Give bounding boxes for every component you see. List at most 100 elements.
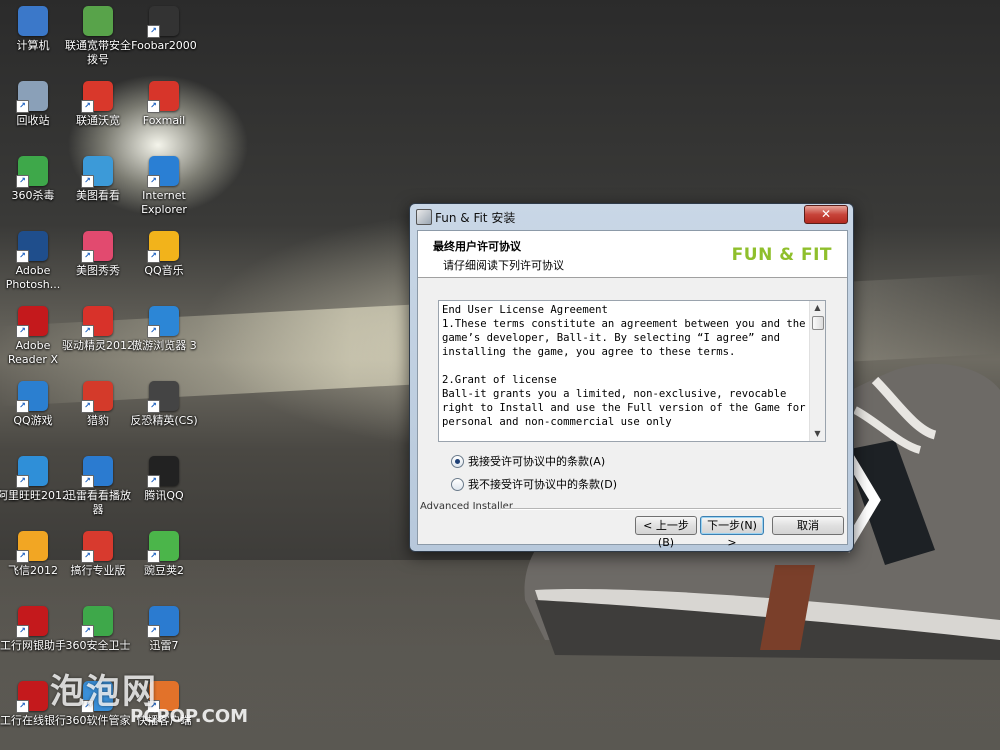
close-button[interactable]: ✕	[804, 205, 848, 224]
accept-radio-button[interactable]	[451, 454, 464, 468]
desktop-icon-driver-genius[interactable]: ↗ 驱动精灵2012	[61, 306, 135, 353]
xunlei-player-icon[interactable]: ↗	[81, 456, 113, 488]
desktop-icon-meitu-viewer[interactable]: ↗ 美图看看	[61, 156, 135, 203]
desktop-icon-label: 傲游浏览器 3	[131, 339, 197, 352]
next-button[interactable]: 下一步(N) >	[700, 516, 764, 549]
desktop-icon-label: Internet Explorer	[141, 189, 187, 216]
fun-and-fit-logo: FUN & FIT	[731, 245, 832, 265]
desktop-icon-label: 美图看看	[76, 189, 120, 202]
desktop-icon-label: Foxmail	[142, 114, 186, 127]
header-subtitle: 请仔细阅读下列许可协议	[443, 259, 564, 272]
dialog-client-area: 最终用户许可协议 请仔细阅读下列许可协议 FUN & FIT End User …	[417, 230, 848, 549]
desktop-icon-pro-app[interactable]: ↗ 搞行专业版	[61, 531, 135, 578]
liebao-icon[interactable]: ↗	[81, 381, 113, 413]
unicom-icon[interactable]: ↗	[81, 81, 113, 113]
desktop-icon-qq-game[interactable]: ↗ QQ游戏	[0, 381, 70, 428]
qq-music-icon[interactable]: ↗	[147, 231, 179, 263]
shortcut-arrow-icon: ↗	[147, 25, 160, 38]
maxthon-icon[interactable]: ↗	[147, 306, 179, 338]
desktop-icon-foobar[interactable]: ↗ Foobar2000	[127, 6, 201, 53]
shortcut-arrow-icon: ↗	[81, 175, 94, 188]
shortcut-arrow-icon: ↗	[16, 400, 29, 413]
meitu-xiuxiu-icon[interactable]: ↗	[81, 231, 113, 263]
photoshop-icon[interactable]: ↗	[16, 231, 48, 263]
accept-radio-label[interactable]: 我接受许可协议中的条款(A)	[468, 453, 605, 469]
dialog-titlebar[interactable]: Fun & Fit 安装 ✕	[410, 204, 853, 228]
desktop-icon-label: Adobe Photosh...	[5, 264, 61, 291]
shortcut-arrow-icon: ↗	[16, 325, 29, 338]
license-textbox[interactable]: End User License Agreement 1.These terms…	[438, 300, 826, 442]
computer-icon[interactable]	[18, 6, 48, 36]
shortcut-arrow-icon: ↗	[16, 100, 29, 113]
recycle-bin-icon[interactable]: ↗	[16, 81, 48, 113]
360-antivirus-icon[interactable]: ↗	[16, 156, 48, 188]
desktop-icon-xunlei[interactable]: ↗ 迅雷7	[127, 606, 201, 653]
360-safe-icon[interactable]: ↗	[81, 606, 113, 638]
desktop-icon-360-safe[interactable]: ↗ 360安全卫士	[61, 606, 135, 653]
decline-radio-button[interactable]	[451, 477, 464, 491]
desktop-icon-label: 美图秀秀	[76, 264, 120, 277]
desktop-icon-label: 阿里旺旺2012	[0, 489, 69, 502]
decline-radio-option[interactable]: 我不接受许可协议中的条款(D)	[451, 476, 617, 492]
desktop-icon-adobe-reader[interactable]: ↗ Adobe Reader X	[0, 306, 70, 367]
header-title: 最终用户许可协议	[433, 240, 521, 253]
scroll-down-arrow-icon[interactable]: ▼	[810, 427, 825, 441]
icbc-online-icon[interactable]: ↗	[16, 681, 48, 713]
desktop-icon-meitu-xiuxiu[interactable]: ↗ 美图秀秀	[61, 231, 135, 278]
desktop-icon-tencent-qq[interactable]: ↗ 腾讯QQ	[127, 456, 201, 503]
desktop-icon-label: 迅雷看看播放器	[65, 489, 131, 516]
desktop-icon-internet-explorer[interactable]: ↗ Internet Explorer	[127, 156, 201, 217]
xunlei-icon[interactable]: ↗	[147, 606, 179, 638]
desktop-icon-qq-music[interactable]: ↗ QQ音乐	[127, 231, 201, 278]
desktop-icon-fetion[interactable]: ↗ 飞信2012	[0, 531, 70, 578]
wandoujia-icon[interactable]: ↗	[147, 531, 179, 563]
license-text: End User License Agreement 1.These terms…	[442, 304, 806, 428]
desktop-icon-liebao[interactable]: ↗ 猎豹	[61, 381, 135, 428]
desktop-icon-computer[interactable]: 计算机	[0, 6, 70, 53]
desktop-icon-360-antivirus[interactable]: ↗ 360杀毒	[0, 156, 70, 203]
driver-genius-icon[interactable]: ↗	[81, 306, 113, 338]
decline-radio-label[interactable]: 我不接受许可协议中的条款(D)	[468, 476, 617, 492]
scroll-up-arrow-icon[interactable]: ▲	[810, 301, 825, 315]
foxmail-icon[interactable]: ↗	[147, 81, 179, 113]
icbc-assistant-icon[interactable]: ↗	[16, 606, 48, 638]
desktop-icon-label: 驱动精灵2012	[62, 339, 134, 352]
desktop-icon-unicom[interactable]: ↗ 联通沃宽	[61, 81, 135, 128]
desktop-icon-maxthon[interactable]: ↗ 傲游浏览器 3	[127, 306, 201, 353]
desktop-icon-wandoujia[interactable]: ↗ 豌豆荚2	[127, 531, 201, 578]
aliwangwang-icon[interactable]: ↗	[16, 456, 48, 488]
desktop-icon-counter-strike[interactable]: ↗ 反恐精英(CS)	[127, 381, 201, 428]
foobar-icon[interactable]: ↗	[147, 6, 179, 38]
desktop-icon-network-dialer[interactable]: 联通宽带安全拨号	[61, 6, 135, 67]
desktop-icon-aliwangwang[interactable]: ↗ 阿里旺旺2012	[0, 456, 70, 503]
accept-radio-option[interactable]: 我接受许可协议中的条款(A)	[451, 453, 605, 469]
installer-dialog: Fun & Fit 安装 ✕ 最终用户许可协议 请仔细阅读下列许可协议 FUN …	[409, 203, 854, 552]
desktop-icon-photoshop[interactable]: ↗ Adobe Photosh...	[0, 231, 70, 292]
network-dialer-icon[interactable]	[83, 6, 113, 36]
fetion-icon[interactable]: ↗	[16, 531, 48, 563]
pro-app-icon[interactable]: ↗	[81, 531, 113, 563]
shortcut-arrow-icon: ↗	[81, 100, 94, 113]
shortcut-arrow-icon: ↗	[16, 700, 29, 713]
desktop-icon-label: 计算机	[16, 39, 50, 52]
shortcut-arrow-icon: ↗	[16, 625, 29, 638]
scroll-thumb[interactable]	[812, 316, 824, 330]
shortcut-arrow-icon: ↗	[147, 400, 160, 413]
desktop-icon-label: Foobar2000	[131, 39, 197, 52]
dialog-title: Fun & Fit 安装	[435, 211, 516, 225]
desktop-icon-foxmail[interactable]: ↗ Foxmail	[127, 81, 201, 128]
desktop-icon-label: 360软件管家	[65, 714, 131, 727]
internet-explorer-icon[interactable]: ↗	[147, 156, 179, 188]
counter-strike-icon[interactable]: ↗	[147, 381, 179, 413]
adobe-reader-icon[interactable]: ↗	[16, 306, 48, 338]
cancel-button[interactable]: 取消	[772, 516, 844, 535]
qq-game-icon[interactable]: ↗	[16, 381, 48, 413]
back-button[interactable]: < 上一步(B)	[635, 516, 697, 549]
license-scrollbar[interactable]: ▲ ▼	[809, 301, 825, 441]
meitu-viewer-icon[interactable]: ↗	[81, 156, 113, 188]
desktop-icon-xunlei-player[interactable]: ↗ 迅雷看看播放器	[61, 456, 135, 517]
desktop-icon-label: 联通宽带安全拨号	[65, 39, 131, 66]
tencent-qq-icon[interactable]: ↗	[147, 456, 179, 488]
desktop-icon-icbc-assistant[interactable]: ↗ 工行网银助手	[0, 606, 70, 653]
desktop-icon-recycle-bin[interactable]: ↗ 回收站	[0, 81, 70, 128]
